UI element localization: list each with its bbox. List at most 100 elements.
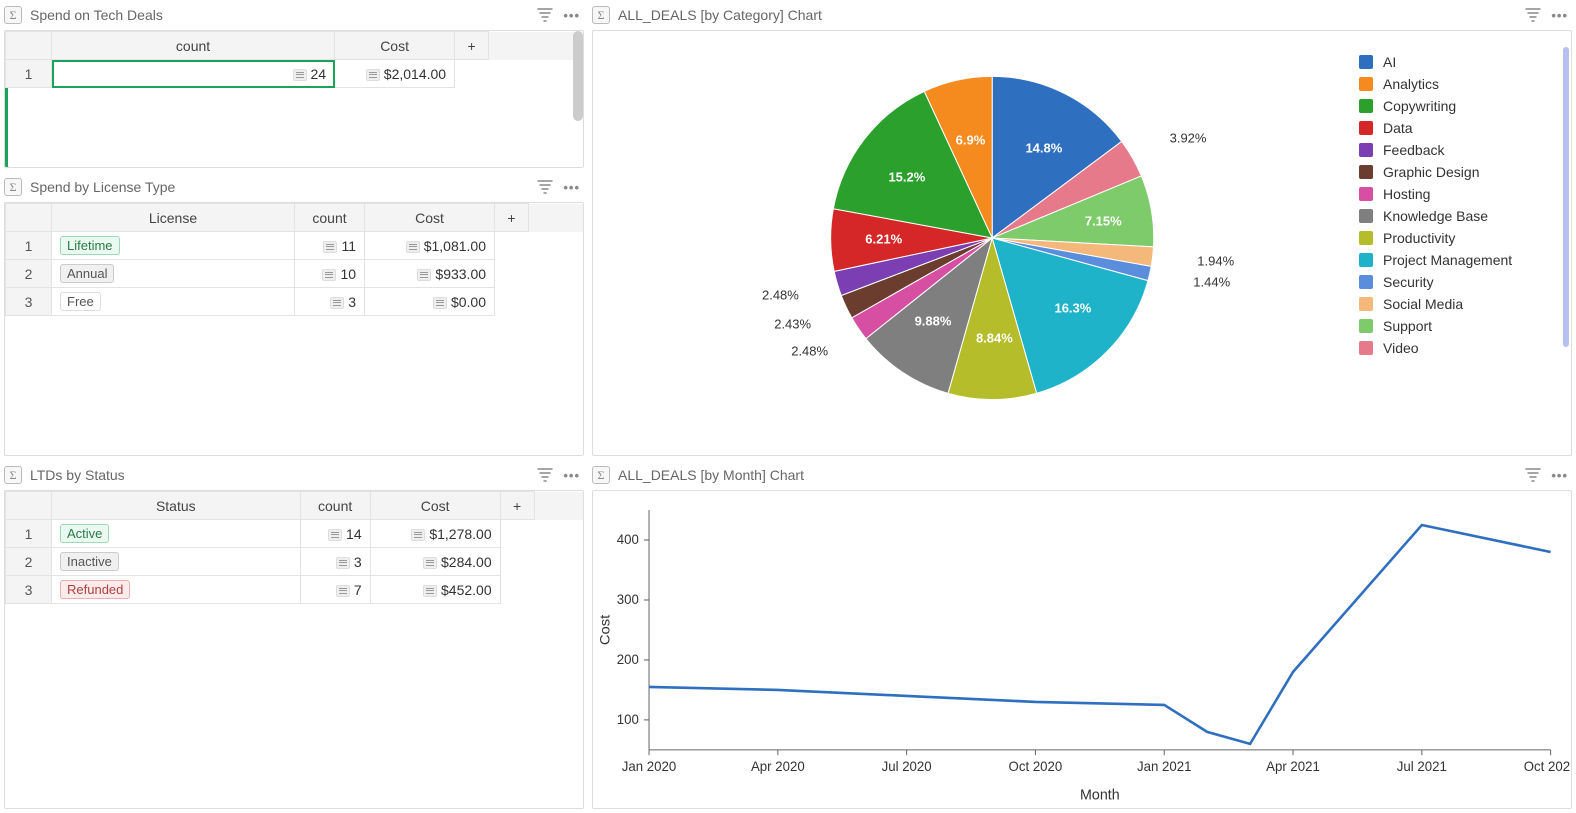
pie-label: 2.48% [762,287,799,302]
more-icon[interactable]: ••• [1551,8,1568,23]
expand-icon[interactable] [322,269,336,281]
table-row[interactable]: 2Annual10$933.00 [6,260,583,288]
y-tick: 300 [617,592,639,607]
col-license[interactable]: License [52,204,295,232]
scrollbar[interactable] [1563,47,1569,347]
table-row[interactable]: 1Active14$1,278.00 [6,520,583,548]
pie-label: 2.43% [774,317,811,332]
expand-icon[interactable] [336,585,350,597]
panel-line: Σ ALL_DEALS [by Month] Chart ••• 1002003… [592,464,1572,809]
panel-title: LTDs by Status [30,467,529,483]
panel-ltd-status: Σ LTDs by Status ••• Status count Cost + [4,464,584,809]
table-row[interactable]: 3Refunded7$452.00 [6,576,583,604]
legend-item[interactable]: Graphic Design [1359,161,1563,183]
pie-label: 7.15% [1085,214,1122,229]
legend-item[interactable]: Knowledge Base [1359,205,1563,227]
swatch [1359,253,1373,267]
sigma-icon: Σ [592,6,610,24]
spend-license-table[interactable]: License count Cost + 1Lifetime11$1,081.0… [5,203,583,316]
more-icon[interactable]: ••• [563,180,580,195]
legend-item[interactable]: Social Media [1359,293,1563,315]
x-axis-label: Month [1080,787,1120,803]
swatch [1359,121,1373,135]
swatch [1359,165,1373,179]
col-count[interactable]: count [52,32,335,60]
x-tick: Jul 2020 [882,759,932,774]
ltd-status-table[interactable]: Status count Cost + 1Active14$1,278.002I… [5,491,583,604]
pie-label: 16.3% [1054,301,1091,316]
add-column[interactable]: + [495,204,529,232]
col-cost[interactable]: Cost [335,32,455,60]
pie-label: 2.48% [791,344,828,359]
legend-item[interactable]: Productivity [1359,227,1563,249]
legend-item[interactable]: Hosting [1359,183,1563,205]
expand-icon[interactable] [328,529,342,541]
filter-icon[interactable] [537,8,553,22]
pie-chart[interactable]: 14.8%3.92%7.15%1.94%1.44%16.3%8.84%9.88%… [593,31,1351,455]
pie-legend[interactable]: AIAnalyticsCopywritingDataFeedbackGraphi… [1351,31,1571,455]
x-tick: Apr 2021 [1266,759,1320,774]
panel-title: ALL_DEALS [by Category] Chart [618,7,1517,23]
filter-icon[interactable] [1525,468,1541,482]
add-column[interactable]: + [500,492,534,520]
license-tag: Lifetime [60,236,120,255]
expand-icon[interactable] [423,557,437,569]
legend-item[interactable]: Project Management [1359,249,1563,271]
line-series[interactable] [649,525,1551,744]
legend-item[interactable]: Data [1359,117,1563,139]
swatch [1359,231,1373,245]
license-tag: Annual [60,264,114,283]
add-column[interactable]: + [455,32,489,60]
expand-icon[interactable] [293,69,307,81]
table-row[interactable]: 1 24 $2,014.00 [6,60,583,88]
pie-label: 9.88% [915,314,952,329]
spend-tech-table[interactable]: count Cost + 1 24 $2,014.00 [5,31,583,88]
col-cost[interactable]: Cost [370,492,500,520]
legend-item[interactable]: Analytics [1359,73,1563,95]
expand-icon[interactable] [336,557,350,569]
expand-icon[interactable] [423,585,437,597]
more-icon[interactable]: ••• [563,468,580,483]
sigma-icon: Σ [4,6,22,24]
expand-icon[interactable] [417,269,431,281]
expand-icon[interactable] [330,297,344,309]
table-row[interactable]: 2Inactive3$284.00 [6,548,583,576]
pie-label: 6.9% [956,133,986,148]
legend-item[interactable]: AI [1359,51,1563,73]
panel-pie: Σ ALL_DEALS [by Category] Chart ••• 14.8… [592,4,1572,456]
y-tick: 400 [617,532,639,547]
filter-icon[interactable] [537,180,553,194]
expand-icon[interactable] [433,297,447,309]
legend-item[interactable]: Copywriting [1359,95,1563,117]
panel-title: Spend by License Type [30,179,529,195]
pie-label: 8.84% [976,331,1013,346]
pie-label: 14.8% [1025,141,1062,156]
x-tick: Apr 2020 [751,759,805,774]
table-row[interactable]: 3Free3$0.00 [6,288,583,316]
expand-icon[interactable] [411,529,425,541]
col-count[interactable]: count [295,204,365,232]
col-count[interactable]: count [300,492,370,520]
line-chart[interactable]: 100200300400Jan 2020Apr 2020Jul 2020Oct … [593,491,1571,808]
table-row[interactable]: 1Lifetime11$1,081.00 [6,232,583,260]
sigma-icon: Σ [4,178,22,196]
more-icon[interactable]: ••• [1551,468,1568,483]
swatch [1359,143,1373,157]
expand-icon[interactable] [406,241,420,253]
filter-icon[interactable] [1525,8,1541,22]
panel-title: Spend on Tech Deals [30,7,529,23]
legend-item[interactable]: Security [1359,271,1563,293]
expand-icon[interactable] [323,241,337,253]
legend-item[interactable]: Feedback [1359,139,1563,161]
col-status[interactable]: Status [52,492,301,520]
more-icon[interactable]: ••• [563,8,580,23]
col-cost[interactable]: Cost [365,204,495,232]
expand-icon[interactable] [366,69,380,81]
scrollbar[interactable] [573,31,583,121]
legend-item[interactable]: Support [1359,315,1563,337]
filter-icon[interactable] [537,468,553,482]
x-tick: Oct 2020 [1009,759,1063,774]
y-tick: 200 [617,652,639,667]
legend-item[interactable]: Video [1359,337,1563,359]
y-tick: 100 [617,712,639,727]
